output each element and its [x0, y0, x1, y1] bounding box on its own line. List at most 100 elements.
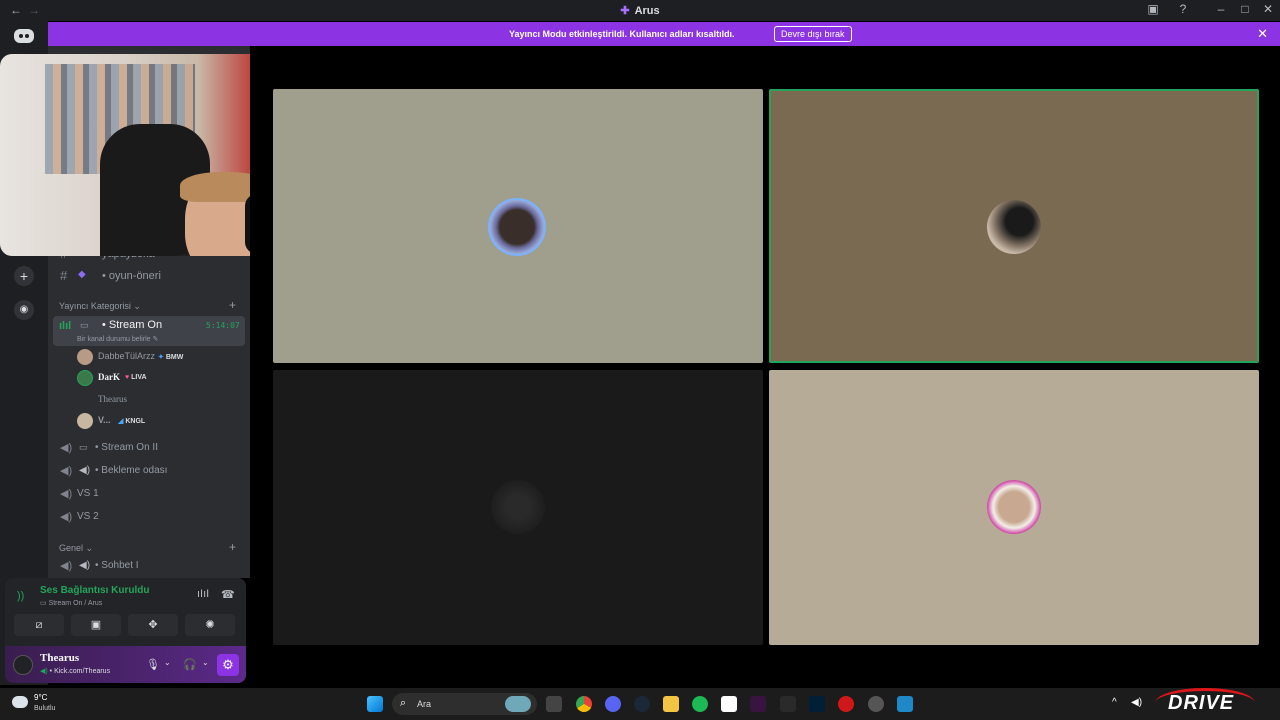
task-view-icon[interactable]: [546, 696, 562, 712]
voice-channel-stream-on[interactable]: ılıl ▭ • Stream On 5:14:07 Bir kanal dur…: [53, 316, 245, 346]
search-highlight-icon: [505, 696, 531, 712]
avatar: [77, 413, 93, 429]
user-avatar[interactable]: [13, 655, 33, 675]
user-panel: Thearus ◀) • Kick.com/Thearus 🎙 ⌄ 🎧 ⌄ ⚙: [5, 646, 246, 683]
category-yayinci[interactable]: Yayıncı Kategorisi ⌄: [59, 301, 141, 312]
maximize-icon[interactable]: □: [1235, 2, 1255, 16]
inbox-icon[interactable]: ▣: [1143, 2, 1163, 16]
banner-close-icon[interactable]: ✕: [1257, 26, 1268, 42]
voice-channel-sohbet[interactable]: ◀) ◀) • Sohbet I: [48, 556, 248, 576]
tray-chevron-icon[interactable]: ^: [1112, 697, 1117, 708]
voice-channel-name: • Stream On: [102, 319, 163, 331]
explore-servers-icon[interactable]: ◉: [14, 300, 34, 320]
search-icon: ⌕: [400, 697, 407, 709]
microphone-icon[interactable]: 🎙: [146, 658, 160, 671]
noise-suppression-icon[interactable]: ıIıI: [197, 588, 209, 600]
capcut-icon[interactable]: [721, 696, 737, 712]
minimize-icon[interactable]: –: [1211, 2, 1231, 16]
window-title-text: Arus: [634, 5, 660, 17]
speaker-icon: ◀): [60, 560, 73, 572]
voice-member[interactable]: V... ◢ KNGL: [76, 411, 246, 431]
volume-icon: ◀): [79, 560, 91, 571]
steam-icon[interactable]: [634, 696, 650, 712]
brand-watermark: DRIVE: [1168, 692, 1235, 714]
participant-tile[interactable]: [273, 89, 763, 363]
photoshop-icon[interactable]: [809, 696, 825, 712]
red-app-icon[interactable]: [838, 696, 854, 712]
app-icon[interactable]: [750, 696, 766, 712]
voice-channel-vs1[interactable]: ◀) VS 1: [48, 484, 248, 504]
voice-member[interactable]: Thearus: [76, 390, 246, 410]
channel-status[interactable]: Bir kanal durumu belirle ✎: [77, 335, 158, 343]
voice-channel-name: VS 1: [77, 488, 99, 499]
discord-taskbar-icon[interactable]: [605, 696, 621, 712]
category-genel[interactable]: Genel ⌄: [59, 543, 93, 554]
window-titlebar: ← → ✚ Arus ▣ ? – □ ✕: [0, 0, 1280, 21]
user-status: ◀) • Kick.com/Thearus: [40, 668, 111, 675]
search-placeholder: Ara: [417, 699, 432, 709]
voice-channel-name: • Bekleme odası: [95, 465, 168, 476]
disable-streamer-mode-button[interactable]: Devre dışı bırak: [774, 26, 852, 42]
member-tag: ◢ KNGL: [118, 418, 146, 425]
windows-taskbar: 9°C Bulutlu ⌕ Ara ^ ◀) DRIVE: [0, 688, 1280, 720]
headphones-icon[interactable]: 🎧: [183, 658, 197, 671]
voice-member[interactable]: DabbeTülArzz ✦ BMW: [76, 347, 246, 367]
settings-gear-icon[interactable]: ⚙: [217, 654, 239, 676]
add-channel-icon[interactable]: +: [229, 298, 236, 312]
voice-member[interactable]: DarK ♥ LIVA: [76, 368, 246, 388]
soundboard-button[interactable]: ✺: [185, 614, 235, 636]
spotify-icon[interactable]: [692, 696, 708, 712]
voice-timer: 5:14:07: [206, 321, 240, 330]
member-tag: ♥ LIVA: [125, 374, 147, 381]
connection-status[interactable]: Ses Bağlantısı Kuruldu: [40, 585, 149, 596]
voice-channel-vs2[interactable]: ◀) VS 2: [48, 507, 248, 527]
speaker-icon: ◀): [60, 465, 73, 477]
close-window-icon[interactable]: ✕: [1258, 2, 1278, 16]
file-explorer-icon[interactable]: [663, 696, 679, 712]
obs-icon[interactable]: [868, 696, 884, 712]
taskbar-search[interactable]: ⌕ Ara: [392, 693, 537, 715]
participant-avatar: [987, 200, 1041, 254]
volume-tray-icon[interactable]: ◀): [1131, 697, 1142, 708]
participant-tile[interactable]: [769, 370, 1259, 645]
speaker-icon: ◀): [60, 511, 73, 523]
member-name: V...: [98, 415, 111, 425]
avatar: [77, 392, 93, 408]
hash-icon: #: [60, 268, 68, 283]
voice-activity-icon: ılıl: [59, 320, 72, 332]
channel-oyun-oneri[interactable]: # ◆ • oyun-öneri: [48, 266, 248, 286]
disconnect-icon[interactable]: ☎: [221, 588, 235, 601]
weather-condition-text: Bulutlu: [34, 705, 56, 712]
window-title: ✚ Arus: [0, 4, 1280, 17]
speaker-icon: ◀): [60, 442, 73, 454]
volume-icon: ◀): [79, 465, 91, 476]
avatar: [77, 370, 93, 386]
signal-icon: )): [17, 590, 25, 602]
help-icon[interactable]: ?: [1173, 2, 1193, 16]
windows-start-icon[interactable]: [367, 696, 383, 712]
connection-location[interactable]: ▭ Stream On / Arus: [40, 599, 102, 607]
participant-tile[interactable]: [273, 370, 763, 645]
screen-share-button[interactable]: ▣: [71, 614, 121, 636]
chevron-down-icon[interactable]: ⌄: [202, 658, 209, 667]
participant-avatar: [490, 200, 544, 254]
cloud-icon: [12, 696, 28, 708]
camera-off-button[interactable]: ⧄: [14, 614, 64, 636]
participant-tile-speaking[interactable]: [769, 89, 1259, 363]
add-channel-icon[interactable]: +: [229, 540, 236, 554]
user-name[interactable]: Thearus: [40, 652, 79, 664]
voice-channel-stream-on-ii[interactable]: ◀) ▭ • Stream On II: [48, 438, 248, 458]
voice-channel-name: • Stream On II: [95, 442, 158, 453]
activities-button[interactable]: ✥: [128, 614, 178, 636]
epic-games-icon[interactable]: [780, 696, 796, 712]
voice-stage: [250, 46, 1280, 685]
chevron-down-icon[interactable]: ⌄: [164, 658, 171, 667]
voice-channel-bekleme[interactable]: ◀) ◀) • Bekleme odası: [48, 461, 248, 481]
weather-temp[interactable]: 9°C: [34, 693, 47, 702]
chrome-icon[interactable]: [576, 696, 592, 712]
discord-home-icon[interactable]: [14, 29, 34, 43]
photos-icon[interactable]: [897, 696, 913, 712]
participant-avatar: [987, 480, 1041, 534]
add-server-icon[interactable]: +: [14, 266, 34, 286]
streamer-mode-banner: Yayıncı Modu etkinleştirildi. Kullanıcı …: [48, 22, 1280, 46]
